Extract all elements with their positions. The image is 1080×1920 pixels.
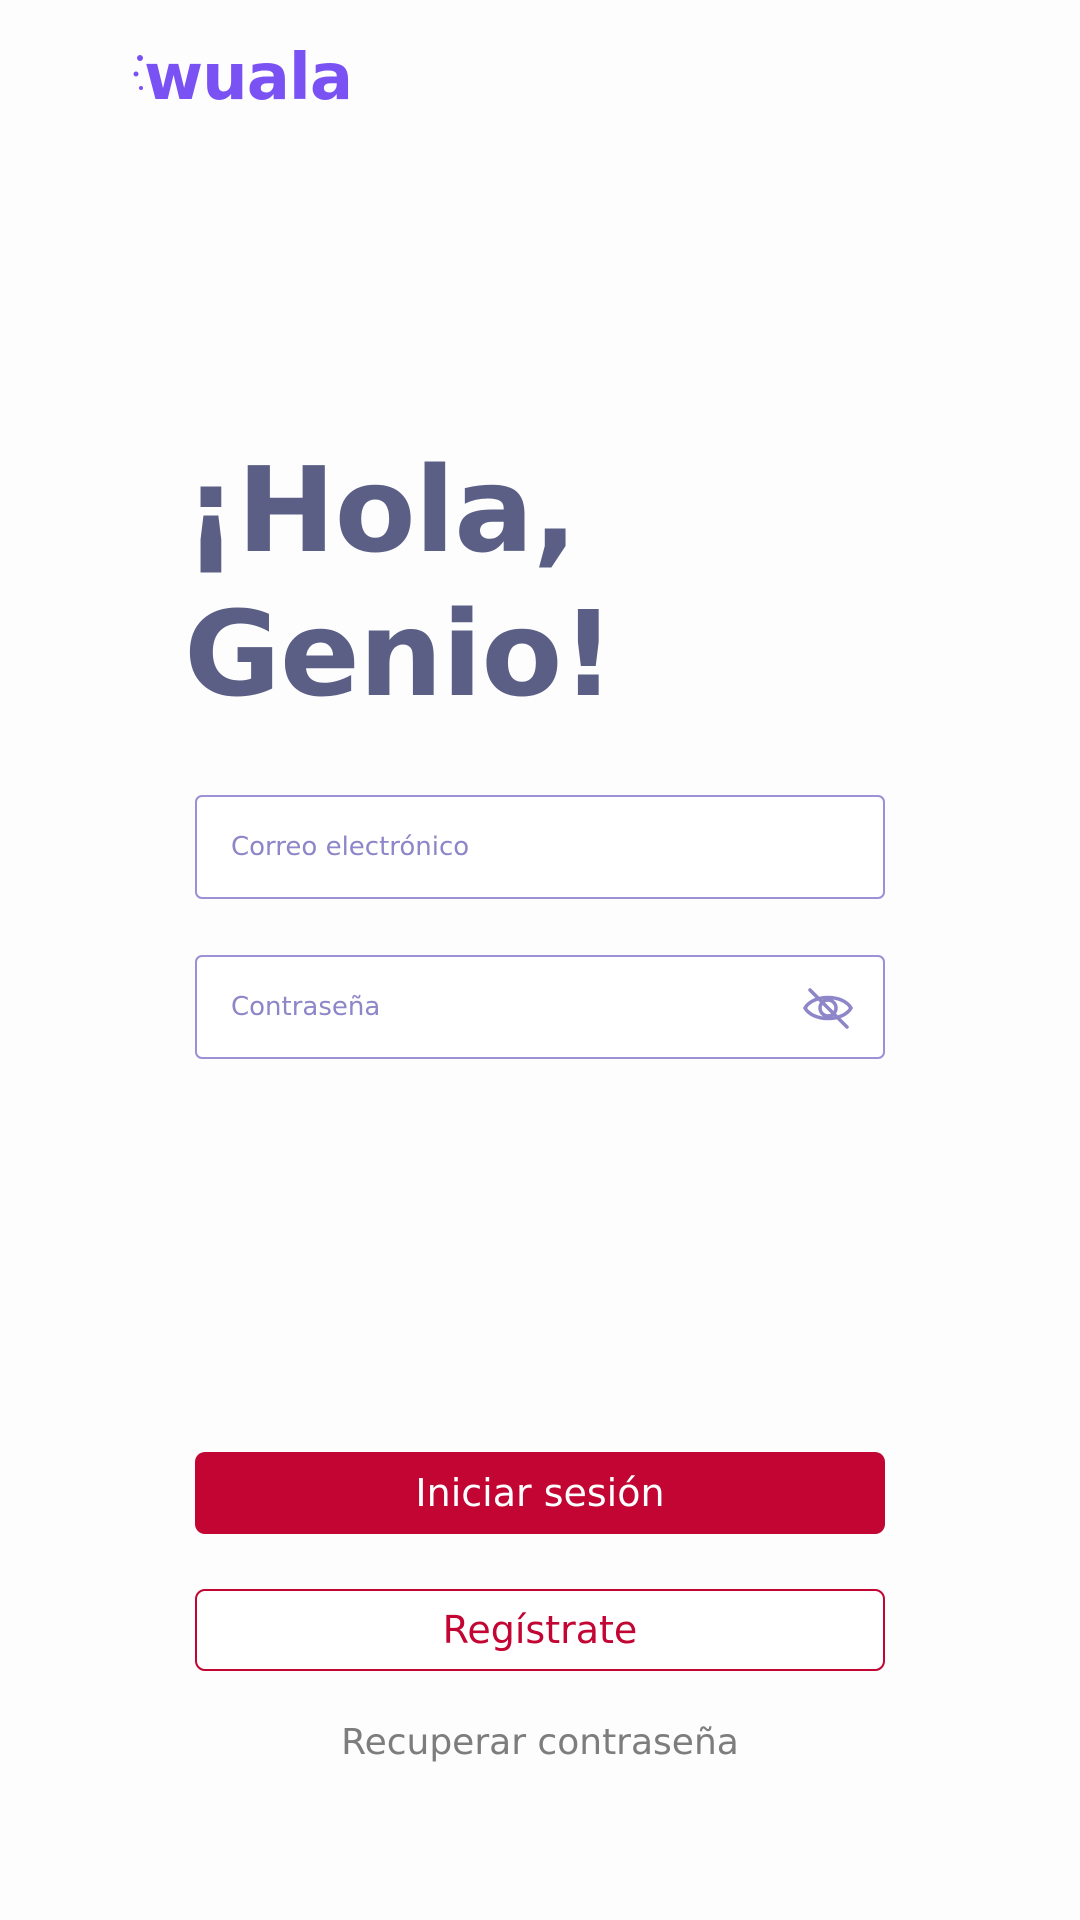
brand-wordmark: wuala [144, 41, 353, 115]
greeting-title: ¡Hola, Genio! [184, 438, 615, 726]
password-input[interactable] [231, 957, 791, 1057]
email-field[interactable] [195, 795, 885, 899]
eye-off-icon[interactable] [801, 984, 855, 1032]
login-button[interactable]: Iniciar sesión [195, 1452, 885, 1534]
email-input[interactable] [231, 797, 791, 897]
register-button[interactable]: Regístrate [195, 1589, 885, 1671]
greeting-line-2: Genio! [184, 585, 615, 723]
greeting-line-1: ¡Hola, [184, 441, 578, 579]
brand-logo: wuala [132, 41, 382, 115]
recover-password-link[interactable]: Recuperar contraseña [195, 1722, 885, 1763]
password-field[interactable] [195, 955, 885, 1059]
